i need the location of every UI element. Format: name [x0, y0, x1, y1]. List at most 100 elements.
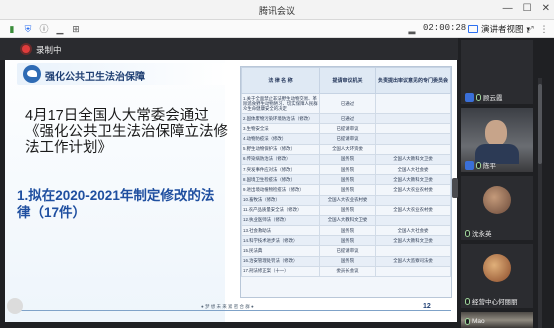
- signal-icon[interactable]: ▮: [6, 23, 18, 35]
- participant-name-bar: 经营中心何丽丽: [465, 296, 518, 306]
- table-cell-law: 4.动物防疫法（修改）: [241, 133, 320, 145]
- participant-name-bar: Mao: [465, 318, 485, 325]
- table-row: 16.治安管理处罚法（修改） 国务院 全国人大监察司法委: [241, 255, 451, 267]
- info-icon[interactable]: ⓘ: [38, 23, 50, 35]
- participant-tile[interactable]: 经营中心何丽丽: [461, 244, 533, 308]
- table-row: 5.野生动物保护法（修改） 全国人大环资委: [241, 143, 451, 155]
- participant-name: 沈永英: [472, 231, 492, 238]
- table-cell-committee: [375, 265, 451, 278]
- maximize-icon[interactable]: ☐: [523, 3, 532, 14]
- participant-tile[interactable]: 陈平: [461, 108, 533, 172]
- table-cell-committee: 全国人大监察司法委: [375, 255, 451, 267]
- table-cell-dept: 国务院: [319, 235, 376, 247]
- more-icon[interactable]: ⋮: [538, 23, 550, 35]
- table-row: 14.科学技术进步法（修改） 国务院 全国人大教科文卫委: [241, 235, 451, 247]
- table-cell-law: 9.进出境动植物检疫法（修改）: [241, 184, 320, 196]
- table-cell-committee: 全国人大教科文卫委: [375, 153, 451, 165]
- mic-icon: [465, 297, 470, 305]
- table-cell-committee: [375, 133, 451, 145]
- table-cell-committee: [375, 143, 451, 155]
- slide-page-number: 12: [423, 303, 431, 310]
- record-icon: [22, 45, 30, 53]
- table-row: 7.突发事件应对法（修改） 国务院 全国人大社会委: [241, 163, 451, 176]
- table-row: 4.动物防疫法（修改） 已提请审议: [241, 133, 451, 145]
- table-cell-law: 6.传染病防治法（修改）: [241, 153, 320, 165]
- participant-tile[interactable]: Mao: [461, 312, 533, 328]
- table-cell-dept: 国务院: [319, 225, 376, 237]
- table-row: 10.畜牧法（修改） 全国人大农业农村委: [241, 194, 451, 206]
- signal-bars-icon[interactable]: ▁: [54, 23, 66, 35]
- grid-icon[interactable]: ⊞: [70, 23, 82, 35]
- table-cell-committee: [375, 194, 451, 206]
- table-header-dept: 提请审议机关: [319, 67, 376, 94]
- table-row: 11.农产品质量安全法（修改） 国务院 全国人大农业农村委: [241, 204, 451, 216]
- table-cell-law: 16.治安管理处罚法（修改）: [241, 255, 320, 267]
- table-cell-dept: 已提请审议: [319, 133, 376, 145]
- table-cell-dept: 全国人大教科文卫委: [319, 214, 376, 227]
- table-cell-committee: 全国人大教科文卫委: [375, 174, 451, 186]
- minimize-icon[interactable]: —: [503, 3, 513, 14]
- law-table: 法 律 名 称 提请审议机关 负责提出审议意见的专门委员会 1.关于全面禁止非法…: [240, 66, 452, 298]
- participant-tile[interactable]: 沈永英: [461, 176, 533, 240]
- table-cell-dept: 国务院: [319, 163, 376, 176]
- recording-label: 录制中: [36, 45, 62, 55]
- window-titlebar: 腾讯会议 — ☐ ✕: [0, 0, 554, 20]
- table-cell-dept: 国务院: [319, 184, 376, 196]
- table-cell-committee: 全国人大教科文卫委: [375, 235, 451, 247]
- mic-icon: [465, 318, 470, 325]
- table-cell-dept: 国务院: [319, 204, 376, 216]
- avatar: [483, 254, 511, 282]
- table-cell-law: 1.关于全面禁止非法野生动物交易、革除滥食野生动物陋习、切实保障人民群众生命健康…: [241, 93, 320, 114]
- slide-subheading: 1.拟在2020-2021年制定修改的法律（17件）: [17, 187, 227, 221]
- user-icon: [465, 92, 474, 102]
- table-cell-committee: [375, 245, 451, 257]
- table-cell-law: 13.社会救助法: [241, 225, 320, 237]
- table-row: 3.生物安全法 已提请审议: [241, 123, 451, 135]
- participant-tile[interactable]: 顾云霞: [461, 40, 533, 104]
- mic-icon: [476, 161, 481, 169]
- participant-video: [485, 120, 507, 146]
- table-cell-dept: 委员长会议: [319, 265, 376, 278]
- close-icon[interactable]: ✕: [542, 3, 550, 14]
- table-cell-law: 2.固体废物污染环境防治法（修改）: [241, 112, 320, 125]
- window-controls: — ☐ ✕: [503, 3, 550, 14]
- participant-name-bar: 沈永英: [465, 228, 492, 238]
- table-row: 1.关于全面禁止非法野生动物交易、革除滥食野生动物陋习、切实保障人民群众生命健康…: [241, 93, 451, 114]
- slide-footer: ● 梦 想 未 来 紧 密 合 群 ●: [201, 304, 254, 309]
- table-row: 9.进出境动植物检疫法（修改） 国务院 全国人大农业农村委: [241, 184, 451, 196]
- fullscreen-icon[interactable]: ⤢: [524, 23, 536, 35]
- participant-panel: 顾云霞 陈平 沈永英 经营中心何丽丽 Mao: [458, 38, 554, 328]
- table-cell-dept: 全国人大环资委: [319, 143, 376, 155]
- table-cell-law: 5.野生动物保护法（修改）: [241, 143, 320, 155]
- meeting-timer: 02:00:28: [423, 23, 467, 33]
- table-cell-committee: [375, 112, 451, 125]
- panel-scrollbar[interactable]: [538, 78, 542, 328]
- table-row: 12.执业医师法（修改） 全国人大教科文卫委: [241, 214, 451, 227]
- table-row: 15.民法典 已提请审议: [241, 245, 451, 257]
- scrollbar-thumb[interactable]: [538, 84, 542, 164]
- table-cell-law: 12.执业医师法（修改）: [241, 214, 320, 227]
- table-cell-dept: 已通过: [319, 93, 376, 114]
- table-cell-dept: 已提请审议: [319, 245, 376, 257]
- speaker-view-button[interactable]: 演讲者视图 ▾: [468, 22, 530, 36]
- participant-name-bar: 顾云霞: [465, 92, 503, 102]
- network-icon: ▂: [408, 24, 416, 34]
- recording-bar: 录制中: [0, 38, 458, 60]
- mic-icon: [476, 93, 481, 101]
- table-cell-law: 11.农产品质量安全法（修改）: [241, 204, 320, 216]
- table-cell-dept: 已提请审议: [319, 123, 376, 135]
- table-cell-dept: 国务院: [319, 153, 376, 165]
- participant-name: Mao: [472, 318, 485, 325]
- table-cell-committee: 全国人大农业农村委: [375, 184, 451, 196]
- table-row: 8.国境卫生检疫法（修改） 国务院 全国人大教科文卫委: [241, 174, 451, 186]
- shield-icon[interactable]: ⛨: [22, 23, 34, 35]
- sub-years: 2020-2021: [55, 188, 120, 203]
- participant-name: 经营中心何丽丽: [472, 299, 518, 306]
- table-cell-committee: [375, 123, 451, 135]
- table-cell-law: 7.突发事件应对法（修改）: [241, 163, 320, 176]
- slide-nav-button[interactable]: [7, 298, 23, 314]
- table-cell-law: 15.民法典: [241, 245, 320, 257]
- table-cell-committee: 全国人大社会委: [375, 225, 451, 237]
- shared-slide: 强化公共卫生法治保障 4月17日全国人大常委会通过《强化公共卫生法治保障立法修法…: [5, 60, 457, 322]
- table-cell-dept: 全国人大农业农村委: [319, 194, 376, 206]
